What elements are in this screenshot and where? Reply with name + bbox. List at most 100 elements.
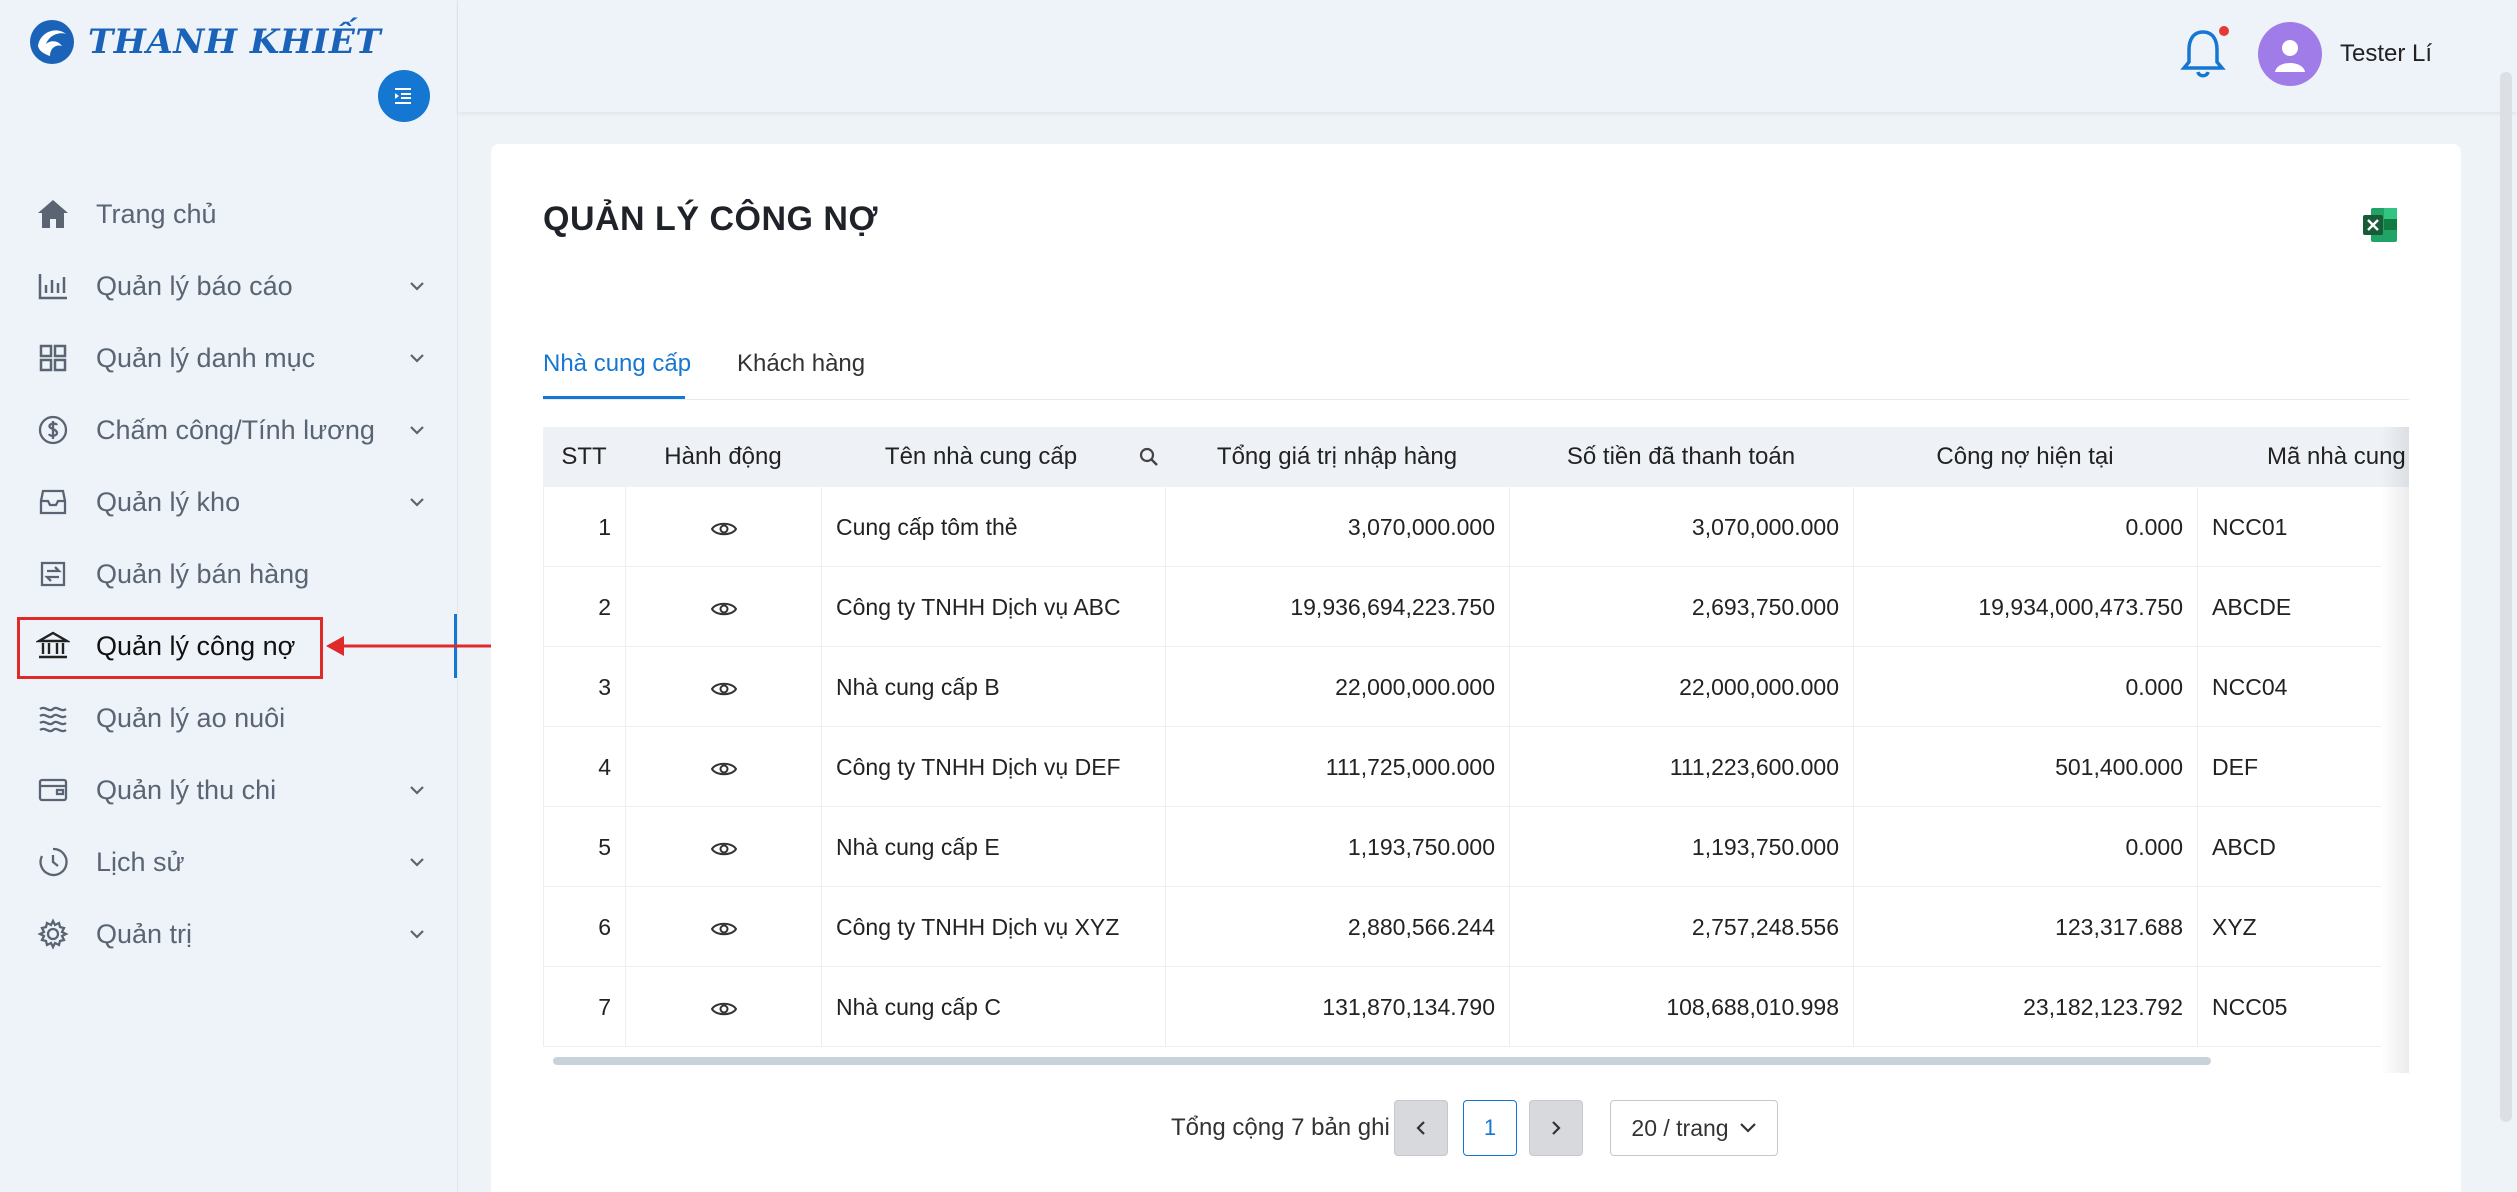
cell-total-import: 111,725,000.000: [1165, 727, 1509, 807]
chevron-down-icon: [410, 930, 424, 939]
cell-actions: [625, 487, 821, 567]
brand-name: THANH KHIẾT: [88, 22, 382, 62]
view-eye-icon[interactable]: [710, 680, 737, 698]
view-eye-icon[interactable]: [710, 600, 737, 618]
cell-supplier-code: DEF: [2197, 727, 2381, 807]
cell-actions: [625, 647, 821, 727]
cell-actions: [625, 887, 821, 967]
chevron-down-icon: [1739, 1123, 1756, 1133]
user-avatar[interactable]: [2258, 22, 2322, 86]
sidebar-item-categories[interactable]: Quản lý danh mục: [0, 322, 458, 394]
sidebar-menu: Trang chủ Quản lý báo cáo Quản lý danh m…: [0, 178, 458, 970]
sidebar-item-reports[interactable]: Quản lý báo cáo: [0, 250, 458, 322]
username[interactable]: Tester Lí: [2340, 40, 2432, 68]
tab-suppliers[interactable]: Nhà cung cấp: [543, 350, 691, 378]
collapse-sidebar-button[interactable]: [378, 70, 430, 122]
tab-bar: Nhà cung cấp Khách hàng: [543, 342, 2409, 400]
cell-supplier-code: ABCD: [2197, 807, 2381, 887]
chevron-down-icon: [410, 498, 424, 507]
cell-total-import: 1,193,750.000: [1165, 807, 1509, 887]
table-header: STT Hành động Tên nhà cung cấp Tổng giá …: [543, 427, 2409, 487]
dollar-icon: [34, 411, 72, 449]
grid-icon: [34, 339, 72, 377]
sidebar-item-home[interactable]: Trang chủ: [0, 178, 458, 250]
sidebar-item-admin[interactable]: Quản trị: [0, 898, 458, 970]
cell-paid: 3,070,000.000: [1509, 487, 1853, 567]
view-eye-icon[interactable]: [710, 520, 737, 538]
sidebar-item-sales[interactable]: Quản lý bán hàng: [0, 538, 458, 610]
sidebar-item-payroll[interactable]: Chấm công/Tính lương: [0, 394, 458, 466]
cell-current-debt: 501,400.000: [1853, 727, 2197, 807]
chevron-down-icon: [410, 858, 424, 867]
cell-paid: 2,693,750.000: [1509, 567, 1853, 647]
sidebar-item-finance[interactable]: Quản lý thu chi: [0, 754, 458, 826]
table-row: 5 Nhà cung cấp E 1,193,750.000 1,193,750.00…: [543, 807, 2381, 887]
excel-export-icon[interactable]: [2361, 206, 2399, 244]
cell-actions: [625, 807, 821, 887]
cell-stt: 5: [543, 807, 625, 887]
column-header-supplier-name: Tên nhà cung cấp: [884, 443, 1078, 470]
chevron-left-icon: [1416, 1121, 1425, 1135]
cell-paid: 111,223,600.000: [1509, 727, 1853, 807]
cell-supplier-name: Nhà cung cấp B: [821, 647, 1165, 727]
table-row: 6 Công ty TNHH Dịch vụ XYZ 2,880,566.244 2,…: [543, 887, 2381, 967]
sidebar-item-ponds[interactable]: Quản lý ao nuôi: [0, 682, 458, 754]
sidebar-item-history[interactable]: Lịch sử: [0, 826, 458, 898]
next-page-button[interactable]: [1529, 1100, 1583, 1156]
page-size-select[interactable]: 20 / trang: [1610, 1100, 1778, 1156]
sales-icon: [34, 555, 72, 593]
table-scroll-shadow: [2381, 427, 2409, 1073]
sidebar-item-label: Quản lý bán hàng: [96, 558, 310, 589]
waves-icon: [34, 699, 72, 737]
page-title: QUẢN LÝ CÔNG NỢ: [543, 200, 878, 238]
search-icon[interactable]: [1139, 447, 1159, 467]
tab-customers[interactable]: Khách hàng: [737, 350, 865, 378]
cell-supplier-code: NCC05: [2197, 967, 2381, 1047]
cell-stt: 4: [543, 727, 625, 807]
cell-paid: 2,757,248.556: [1509, 887, 1853, 967]
chevron-down-icon: [410, 282, 424, 291]
menu-fold-icon: [395, 88, 411, 104]
table-row: 2 Công ty TNHH Dịch vụ ABC 19,936,694,223.…: [543, 567, 2381, 647]
prev-page-button[interactable]: [1394, 1100, 1448, 1156]
chevron-down-icon: [410, 354, 424, 363]
tab-active-ink: [543, 396, 685, 399]
cell-paid: 1,193,750.000: [1509, 807, 1853, 887]
chevron-down-icon: [410, 426, 424, 435]
home-icon: [34, 195, 72, 233]
sidebar-item-warehouse[interactable]: Quản lý kho: [0, 466, 458, 538]
page-number-button[interactable]: 1: [1463, 1100, 1517, 1156]
cell-stt: 3: [543, 647, 625, 727]
shrimp-logo-icon: [30, 20, 74, 64]
view-eye-icon[interactable]: [710, 920, 737, 938]
view-eye-icon[interactable]: [710, 840, 737, 858]
cell-stt: 7: [543, 967, 625, 1047]
column-header-supplier-code: Mã nhà cung: [2267, 443, 2406, 470]
pagination-total: Tổng cộng 7 bản ghi: [1171, 1114, 1390, 1141]
table-row: 3 Nhà cung cấp B 22,000,000.000 22,000,000.…: [543, 647, 2381, 727]
notification-dot: [2219, 26, 2229, 36]
brand-logo[interactable]: THANH KHIẾT: [26, 14, 381, 70]
sidebar: THANH KHIẾT Trang chủ Quản lý báo cáo Qu…: [0, 0, 458, 1192]
wallet-icon: [34, 771, 72, 809]
main-card: QUẢN LÝ CÔNG NỢ Nhà cung cấp Khách hàng …: [491, 144, 2461, 1192]
column-header-total-import: Tổng giá trị nhập hàng: [1216, 443, 1458, 470]
view-eye-icon[interactable]: [710, 1000, 737, 1018]
cell-supplier-name: Công ty TNHH Dịch vụ DEF: [821, 727, 1165, 807]
view-eye-icon[interactable]: [710, 760, 737, 778]
cell-total-import: 3,070,000.000: [1165, 487, 1509, 567]
table-horizontal-scrollbar[interactable]: [553, 1057, 2211, 1065]
cell-total-import: 2,880,566.244: [1165, 887, 1509, 967]
column-header-paid: Số tiền đã thanh toán: [1566, 443, 1796, 470]
sidebar-item-label: Quản lý báo cáo: [96, 270, 293, 301]
annotation-highlight-box: [17, 617, 323, 679]
page-scrollbar[interactable]: [2500, 72, 2512, 1122]
cell-stt: 2: [543, 567, 625, 647]
cell-paid: 22,000,000.000: [1509, 647, 1853, 727]
sidebar-item-label: Quản lý danh mục: [96, 342, 316, 373]
cell-supplier-code: NCC04: [2197, 647, 2381, 727]
page-size-value: 20 / trang: [1631, 1114, 1729, 1141]
cell-current-debt: 123,317.688: [1853, 887, 2197, 967]
cell-supplier-code: NCC01: [2197, 487, 2381, 567]
cell-total-import: 19,936,694,223.750: [1165, 567, 1509, 647]
